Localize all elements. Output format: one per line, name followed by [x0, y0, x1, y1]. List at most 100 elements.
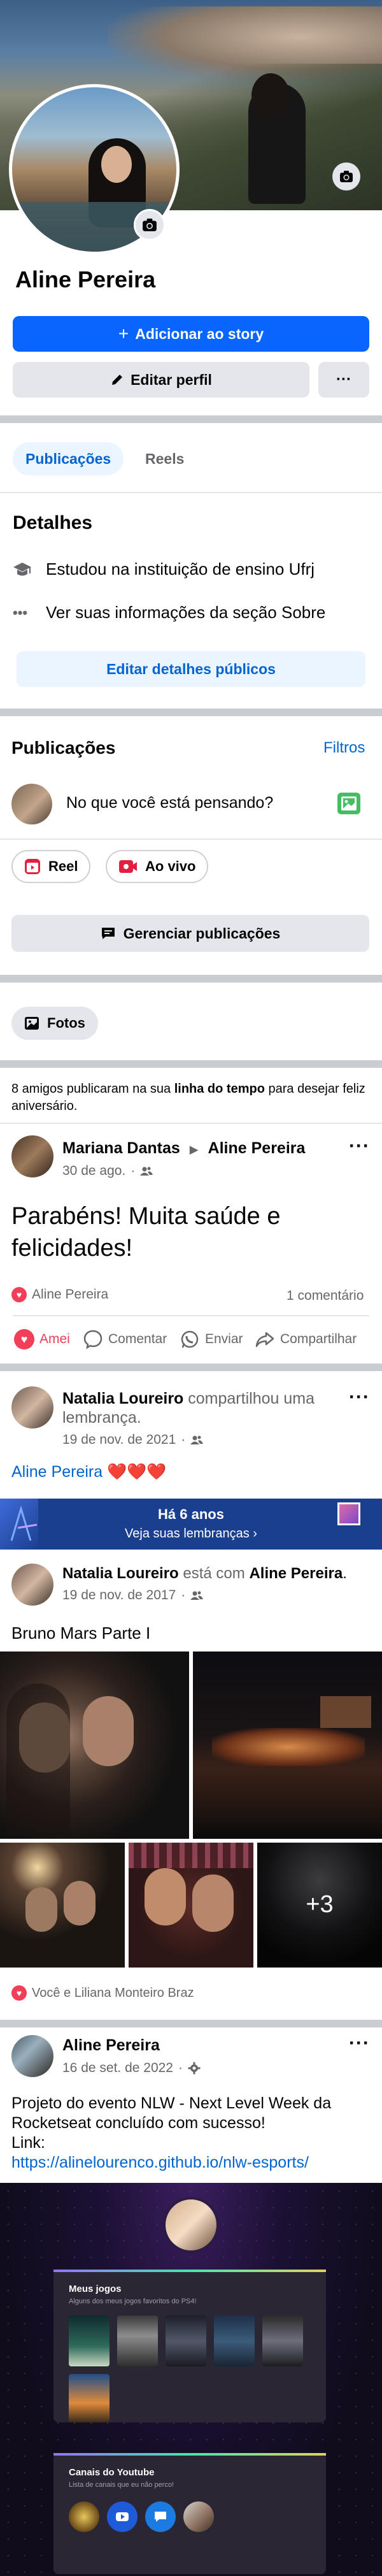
post3-line1: Projeto do evento NLW - Next Level Week … [11, 2094, 332, 2132]
profile-camera-button[interactable] [134, 209, 166, 241]
memory-post-target[interactable]: Aline Pereira [249, 1565, 343, 1582]
add-story-button[interactable]: + Adicionar ao story [13, 316, 369, 352]
birthday-text-before: 8 amigos publicaram na sua [11, 1082, 174, 1096]
graduation-cap-icon [13, 562, 31, 575]
cover-camera-button[interactable] [332, 162, 360, 191]
post1-text: Parabéns! Muita saúde e felicidades! [11, 1203, 281, 1262]
details-item-education: Estudou na instituição de ensino Ufrj [13, 559, 315, 579]
more-dots-icon: ••• [13, 604, 28, 621]
arrow-icon: ▶ [189, 1143, 199, 1156]
memory-post-meta: 19 de nov. de 2017 · [62, 1588, 204, 1603]
posts-title: Publicações [11, 738, 116, 758]
memory-thumbnail [337, 1502, 360, 1525]
live-video-icon [119, 860, 137, 873]
memory-banner-link[interactable]: Veja suas lembranças › [0, 1527, 382, 1541]
composer-avatar[interactable] [11, 784, 52, 824]
more-photos-count: +3 [306, 1891, 334, 1918]
live-label: Ao vivo [145, 858, 196, 874]
post3-link-preview[interactable]: Meus jogos Alguns dos meus jogos favorit… [0, 2183, 382, 2576]
heart-icon: ♥ [14, 1329, 34, 1349]
memory-header: Natalia Loureiro compartilhou uma lembra… [62, 1389, 330, 1427]
reel-button[interactable]: Reel [11, 850, 91, 883]
tab-reels-label: Reels [145, 450, 185, 467]
chat-icon [155, 2512, 166, 2522]
photos-button[interactable]: Fotos [11, 1007, 98, 1040]
post1-more-button[interactable]: ··· [349, 1137, 370, 1156]
post3-line2: Link: [11, 2134, 45, 2152]
memory-caption[interactable]: Aline Pereira ❤️❤️❤️ [11, 1463, 166, 1481]
post1-comments-count[interactable]: 1 comentário [286, 1288, 364, 1304]
memory-banner-title: Há 6 anos [158, 1506, 224, 1522]
live-button[interactable]: Ao vivo [106, 850, 209, 883]
heart-reaction-icon: ♥ [11, 1287, 27, 1302]
memory-avatar[interactable] [11, 1386, 53, 1428]
post3-author[interactable]: Aline Pereira [62, 2036, 160, 2055]
channel-avatar-2 [107, 2501, 138, 2532]
post1-share-button[interactable]: Compartilhar [255, 1329, 357, 1349]
post1-send-button[interactable]: Enviar [180, 1329, 243, 1349]
memory-photo-4[interactable] [129, 1843, 253, 1968]
memory-date[interactable]: 19 de nov. de 2021 [62, 1432, 176, 1448]
profile-more-button[interactable]: ··· [318, 362, 369, 398]
memory-post-avatar[interactable] [11, 1564, 53, 1606]
friends-icon [140, 1167, 153, 1176]
post1-love-button[interactable]: ♥ Amei [14, 1329, 70, 1349]
post3-link[interactable]: https://alinelourenco.github.io/nlw-espo… [11, 2153, 374, 2173]
game-cover-3 [166, 2315, 206, 2366]
tab-publicacoes[interactable]: Publicações [13, 442, 124, 475]
memory-more-button[interactable]: ··· [349, 1388, 370, 1407]
photo-icon[interactable] [337, 793, 360, 814]
tab-publicacoes-label: Publicações [25, 450, 111, 467]
comment-label: Comentar [108, 1332, 167, 1346]
memory-photo-5[interactable]: +3 [257, 1843, 382, 1968]
post3-date[interactable]: 16 de set. de 2022 [62, 2061, 173, 2076]
game-cover-1 [69, 2315, 110, 2366]
composer-input[interactable]: No que você está pensando? [66, 794, 273, 812]
youtube-title: Canais do Youtube [69, 2467, 155, 2478]
memory-photo-2[interactable] [193, 1651, 382, 1839]
memory-post-author[interactable]: Natalia Loureiro [62, 1565, 179, 1582]
camera-icon [143, 219, 157, 231]
memory-post-header: Natalia Loureiro está com Aline Pereira. [62, 1565, 381, 1583]
game-cover-4 [214, 2315, 255, 2366]
edit-public-details-button[interactable]: Editar detalhes públicos [17, 651, 365, 687]
post1-date[interactable]: 30 de ago. [62, 1163, 125, 1179]
memory-photo-3[interactable] [0, 1843, 125, 1968]
youtube-card: Canais do Youtube Lista de canais que eu… [53, 2453, 326, 2574]
post1-author[interactable]: Mariana Dantas [62, 1139, 180, 1157]
filters-link[interactable]: Filtros [323, 739, 365, 757]
timeline-link[interactable]: linha do tempo [174, 1082, 265, 1096]
post1-avatar[interactable] [11, 1135, 53, 1177]
edit-profile-button[interactable]: Editar perfil [13, 362, 309, 398]
memory-meta: 19 de nov. de 2021 · [62, 1432, 204, 1448]
memory-photo-1[interactable] [0, 1651, 189, 1839]
camera-icon [340, 171, 353, 182]
love-label: Amei [39, 1332, 70, 1346]
post1-target[interactable]: Aline Pereira [208, 1139, 306, 1157]
post1-comment-button[interactable]: Comentar [83, 1329, 167, 1349]
memory-post-reactors: Você e Liliana Monteiro Braz [32, 1985, 194, 2000]
manage-posts-button[interactable]: Gerenciar publicações [11, 915, 369, 952]
reel-label: Reel [48, 858, 78, 874]
whatsapp-icon [181, 1330, 199, 1348]
edit-public-details-label: Editar detalhes públicos [106, 660, 276, 677]
memory-post-date[interactable]: 19 de nov. de 2017 [62, 1588, 176, 1603]
memory-post-reactions[interactable]: ♥ Você e Liliana Monteiro Braz [11, 1985, 194, 2001]
memory-post-text: Bruno Mars Parte I [11, 1623, 151, 1643]
plus-icon: + [118, 324, 129, 343]
details-title: Detalhes [13, 512, 93, 533]
post1-reactions[interactable]: ♥ Aline Pereira [11, 1287, 108, 1302]
post1-meta: 30 de ago. · [62, 1163, 153, 1179]
channel-avatar-4 [183, 2501, 214, 2532]
games-card: Meus jogos Alguns dos meus jogos favorit… [53, 2270, 326, 2422]
game-cover-6 [69, 2374, 110, 2422]
profile-name: Aline Pereira [15, 266, 156, 292]
details-item-about[interactable]: ••• Ver suas informações da seção Sobre [13, 603, 325, 622]
memory-author[interactable]: Natalia Loureiro [62, 1390, 183, 1407]
post3-avatar[interactable] [11, 2035, 53, 2077]
post3-more-button[interactable]: ··· [349, 2034, 370, 2053]
photos-label: Fotos [47, 1015, 85, 1031]
add-story-label: Adicionar ao story [135, 325, 264, 342]
memory-banner[interactable]: Há 6 anos Veja suas lembranças › [0, 1499, 382, 1550]
tab-reels[interactable]: Reels [134, 442, 195, 475]
